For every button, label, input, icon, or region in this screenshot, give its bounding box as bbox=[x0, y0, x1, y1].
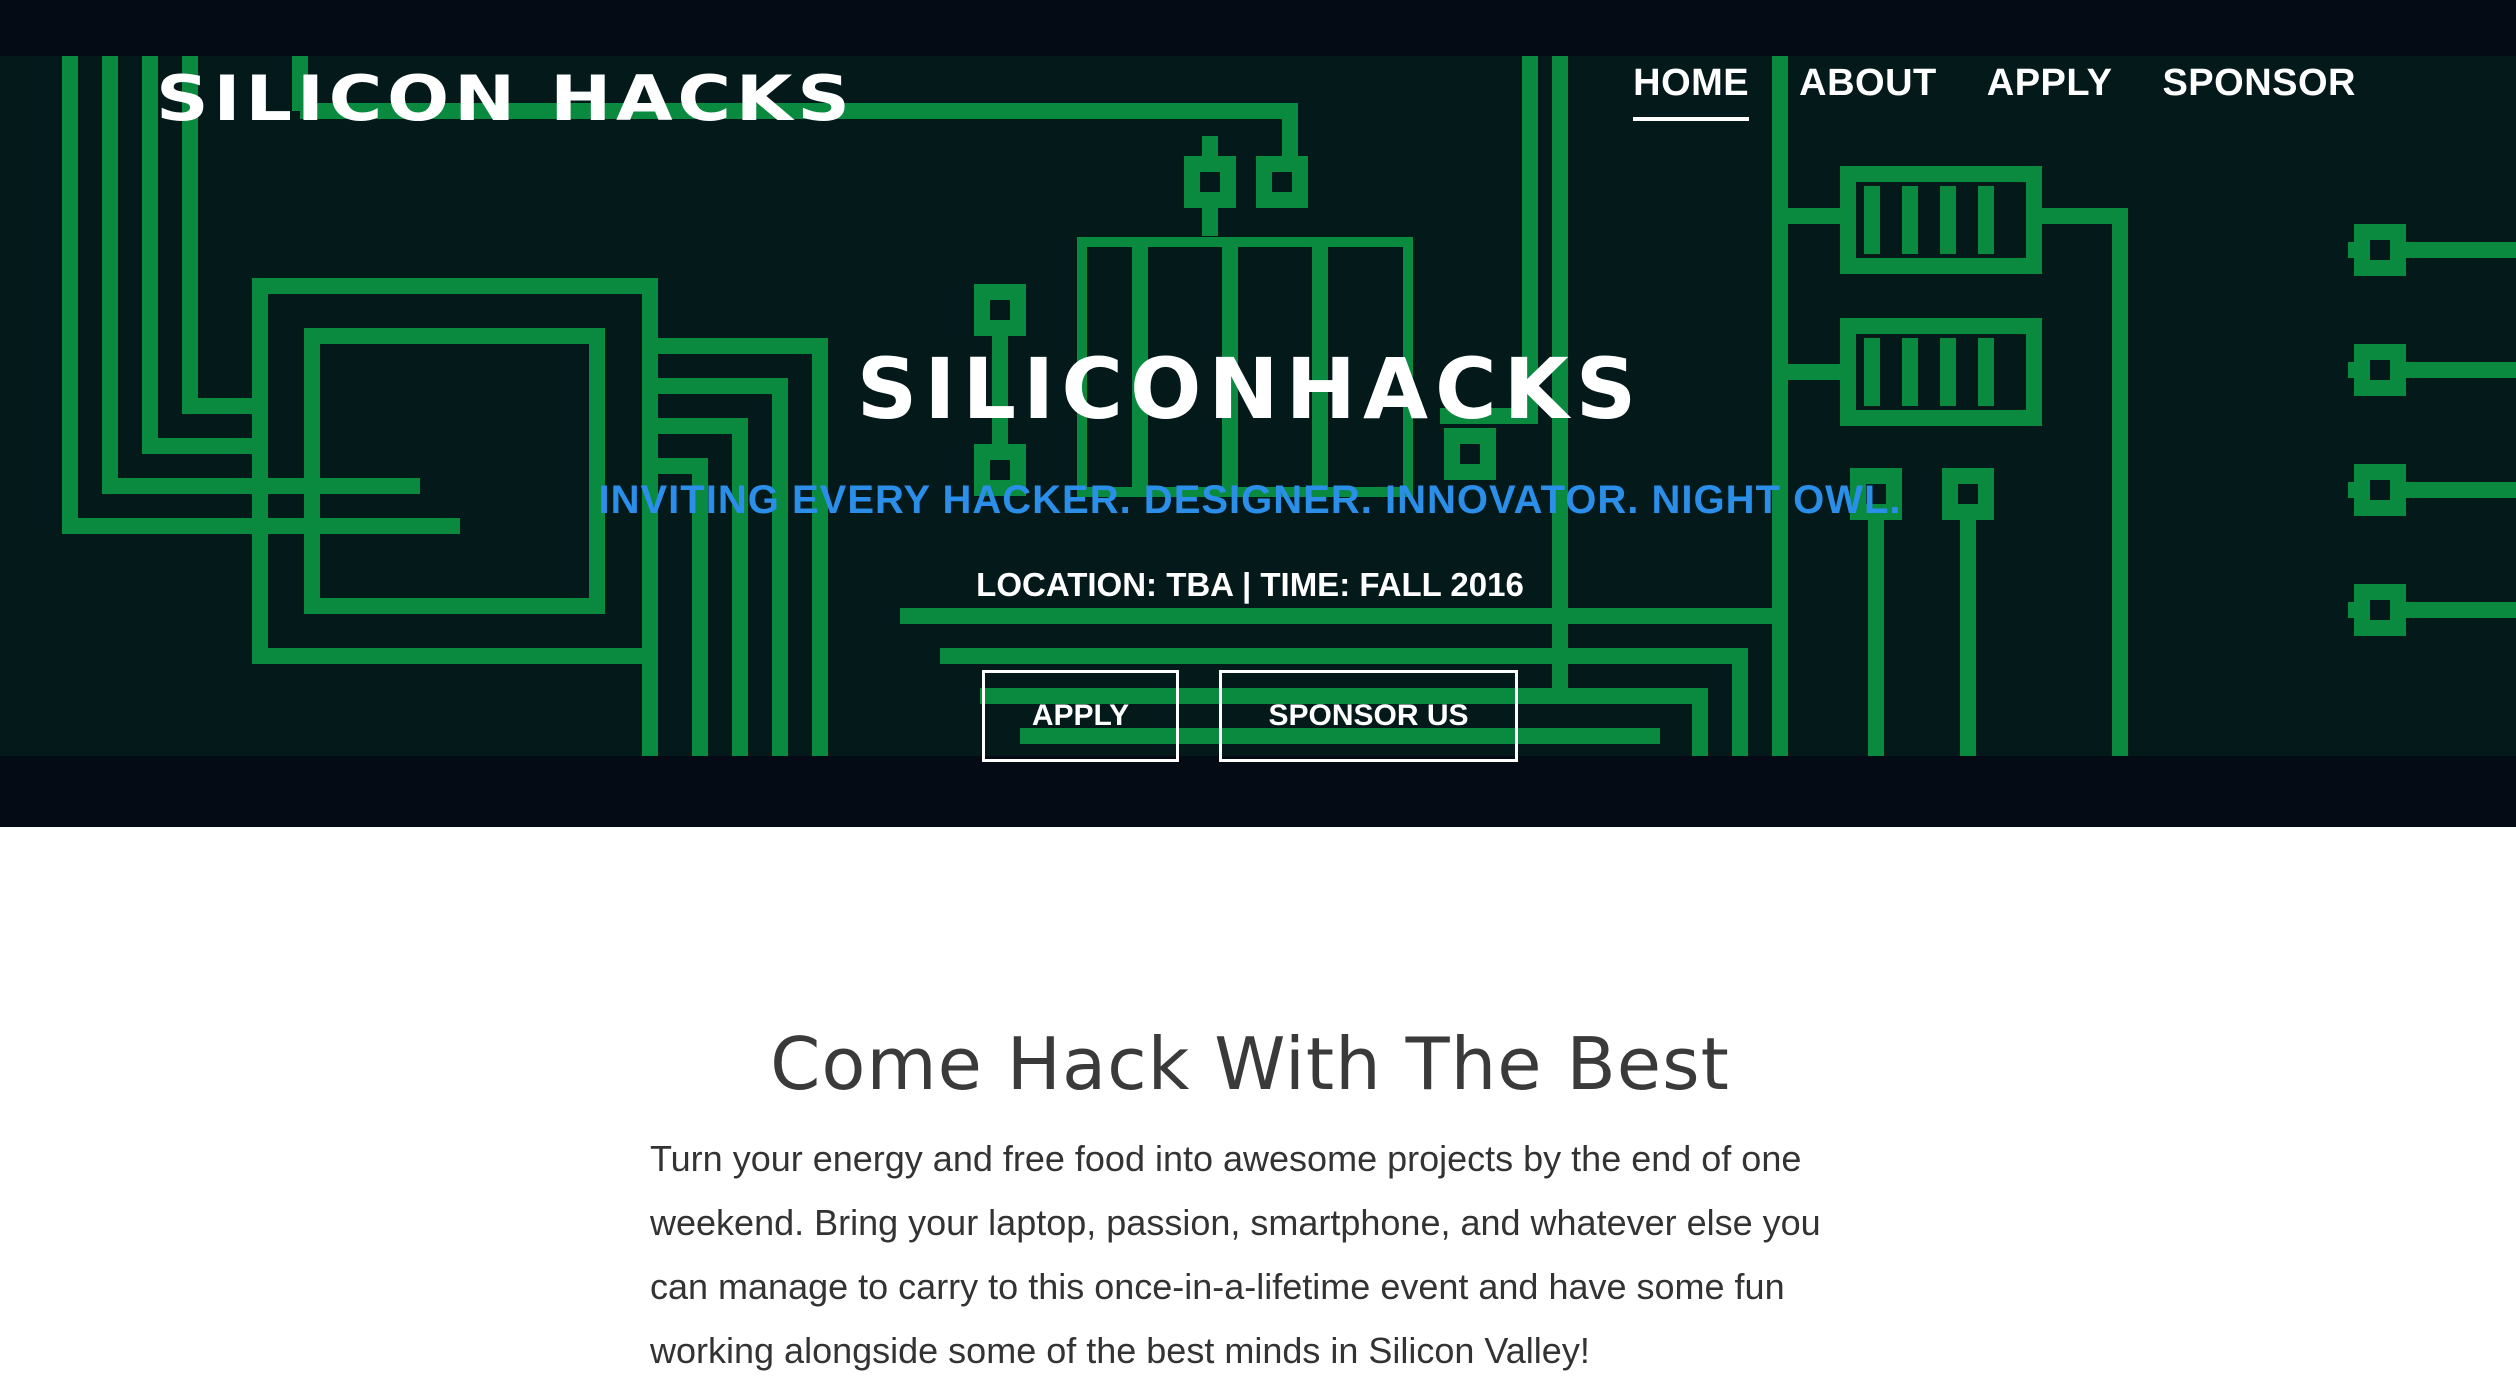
hero-banner: SILICON HACKS HOME ABOUT APPLY SPONSOR S… bbox=[0, 0, 2516, 827]
hero-tagline: INVITING EVERY HACKER. DESIGNER. INNOVAT… bbox=[598, 478, 1902, 522]
site-logo[interactable]: SILICON HACKS bbox=[156, 62, 855, 135]
main-nav: HOME ABOUT APPLY SPONSOR bbox=[1633, 62, 2356, 121]
nav-sponsor[interactable]: SPONSOR bbox=[2162, 62, 2356, 121]
section-title: Come Hack With The Best bbox=[770, 1022, 1730, 1106]
sponsor-us-button[interactable]: SPONSOR US bbox=[1219, 670, 1518, 762]
section-body: Turn your energy and free food into awes… bbox=[650, 1138, 1821, 1371]
hero-actions: APPLY SPONSOR US bbox=[982, 670, 1518, 762]
event-location-time: LOCATION: TBA | TIME: FALL 2016 bbox=[976, 566, 1524, 603]
nav-apply[interactable]: APPLY bbox=[1987, 62, 2113, 121]
nav-about[interactable]: ABOUT bbox=[1799, 62, 1937, 121]
apply-button[interactable]: APPLY bbox=[982, 670, 1179, 762]
hero-title: SILICONHACKS bbox=[856, 340, 1644, 438]
nav-home[interactable]: HOME bbox=[1633, 62, 1750, 121]
